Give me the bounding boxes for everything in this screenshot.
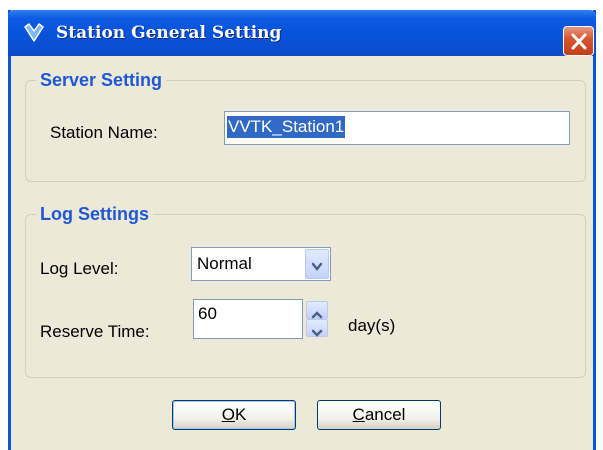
ok-button[interactable]: OK — [172, 400, 296, 430]
station-name-label: Station Name: — [50, 123, 158, 142]
cancel-button[interactable]: Cancel — [317, 400, 441, 430]
log-settings-group: Log Settings Log Level: Normal Reserve T… — [25, 203, 586, 378]
reserve-time-value: 60 — [198, 304, 217, 323]
reserve-time-unit: day(s) — [348, 316, 396, 335]
reserve-time-label: Reserve Time: — [40, 322, 150, 341]
log-level-select[interactable]: Normal — [191, 247, 331, 281]
reserve-time-spin-up[interactable] — [306, 301, 328, 319]
server-setting-group: Server Setting Station Name: VVTK_Statio… — [25, 69, 586, 182]
log-settings-legend: Log Settings — [36, 203, 153, 225]
chevron-down-icon — [311, 258, 323, 277]
title-bar[interactable]: Station General Setting — [8, 10, 596, 56]
shield-check-icon — [24, 23, 44, 43]
reserve-time-input[interactable]: 60 — [193, 299, 328, 339]
log-level-label: Log Level: — [40, 259, 119, 278]
window-title: Station General Setting — [56, 23, 282, 43]
log-level-value: Normal — [197, 254, 252, 273]
chevron-down-icon — [311, 323, 323, 342]
log-level-dropdown-button[interactable] — [305, 249, 329, 279]
station-name-value: VVTK_Station1 — [227, 116, 346, 138]
reserve-time-spin-down[interactable] — [306, 319, 328, 337]
station-name-input[interactable]: VVTK_Station1 — [224, 111, 570, 145]
close-button[interactable] — [563, 26, 594, 56]
server-setting-legend: Server Setting — [36, 69, 167, 91]
